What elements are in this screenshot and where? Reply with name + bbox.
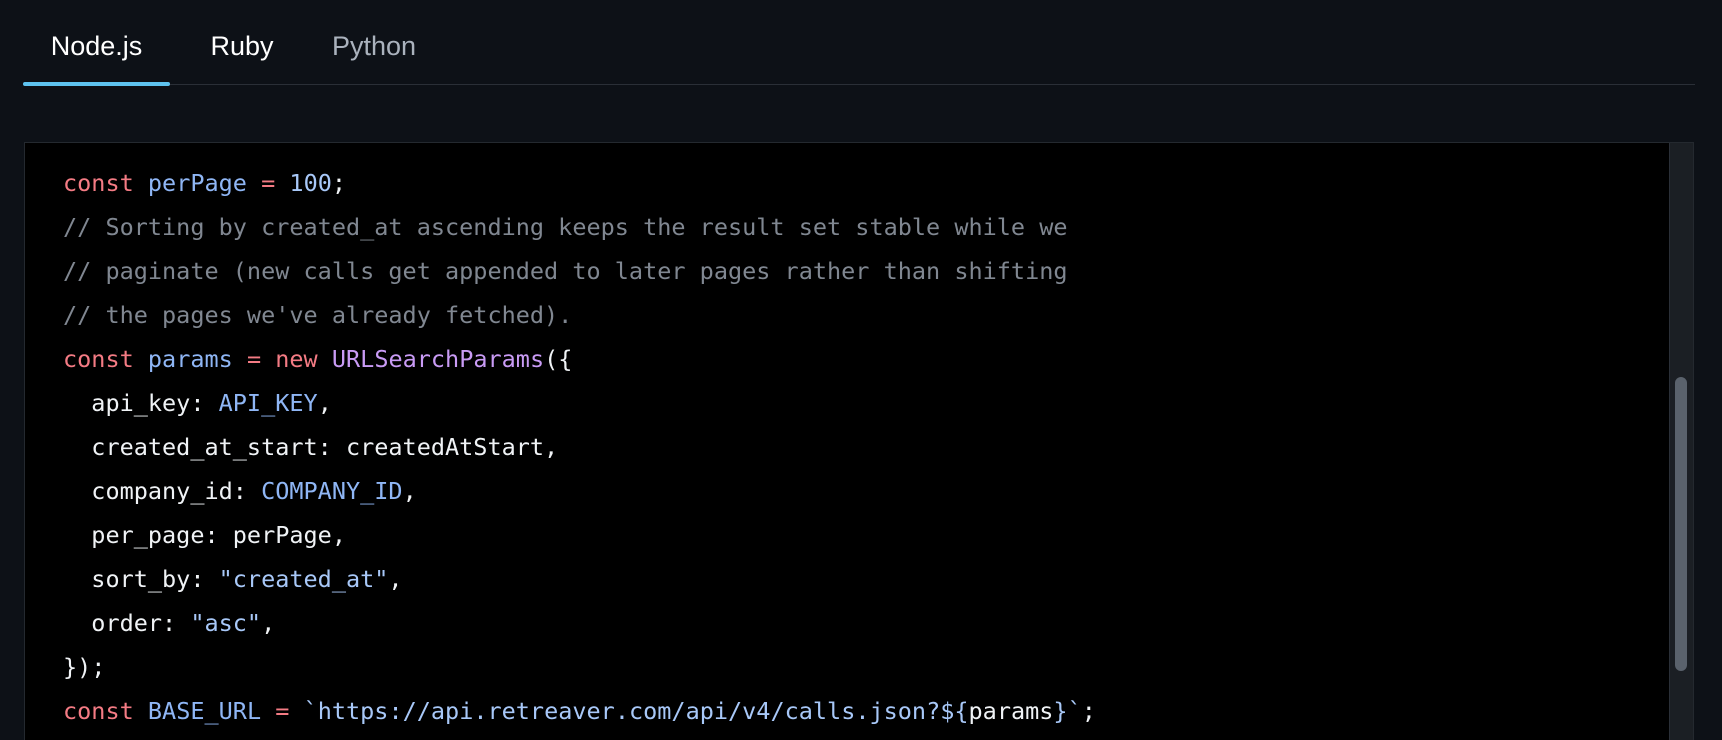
code-block[interactable]: const perPage = 100; // Sorting by create…: [24, 142, 1694, 740]
code-line: sort_by: "created_at",: [63, 557, 1096, 601]
code-token: params: [968, 697, 1054, 725]
tab-nodejs[interactable]: Node.js: [23, 0, 170, 86]
code-token: const: [63, 345, 134, 373]
code-token: "created_at": [218, 565, 389, 593]
code-token: const: [63, 169, 134, 197]
code-line: company_id: COMPANY_ID,: [63, 469, 1096, 513]
code-content[interactable]: const perPage = 100; // Sorting by create…: [63, 161, 1096, 733]
code-token: COMPANY_ID: [261, 477, 403, 505]
code-line: // Sorting by created_at ascending keeps…: [63, 205, 1096, 249]
code-token: params: [147, 345, 233, 373]
code-line: // paginate (new calls get appended to l…: [63, 249, 1096, 293]
code-token: per_page: perPage,: [63, 521, 346, 549]
code-token: created_at_start: createdAtStart,: [63, 433, 559, 461]
code-token: const: [63, 697, 134, 725]
code-line: const BASE_URL = `https://api.retreaver.…: [63, 689, 1096, 733]
code-token: BASE_URL: [147, 697, 262, 725]
code-token: new: [275, 345, 318, 373]
code-token: // the pages we've already fetched).: [63, 301, 573, 329]
code-line: const params = new URLSearchParams({: [63, 337, 1096, 381]
code-token: order:: [63, 609, 191, 637]
code-token: ,: [388, 565, 403, 593]
code-line: const perPage = 100;: [63, 161, 1096, 205]
code-token: api_key:: [63, 389, 219, 417]
code-token: ;: [1081, 697, 1096, 725]
tab-python[interactable]: Python: [317, 0, 431, 85]
code-token: ({: [544, 345, 573, 373]
code-line: per_page: perPage,: [63, 513, 1096, 557]
code-token: }`: [1053, 697, 1082, 725]
code-line: order: "asc",: [63, 601, 1096, 645]
code-line: // the pages we've already fetched).: [63, 293, 1096, 337]
code-token: perPage: [147, 169, 247, 197]
code-token: URLSearchParams: [331, 345, 545, 373]
code-token: 100: [289, 169, 332, 197]
code-token: // paginate (new calls get appended to l…: [63, 257, 1068, 285]
code-token: API_KEY: [218, 389, 318, 417]
code-token: ;: [331, 169, 347, 197]
active-tab-indicator: [23, 82, 170, 86]
code-scrollbar[interactable]: [1669, 143, 1693, 740]
code-line: api_key: API_KEY,: [63, 381, 1096, 425]
code-token: // Sorting by created_at ascending keeps…: [63, 213, 1068, 241]
code-token: });: [63, 653, 106, 681]
tab-ruby[interactable]: Ruby: [187, 0, 297, 85]
language-tabs: Node.js Ruby Python: [23, 0, 1695, 86]
code-line: });: [63, 645, 1096, 689]
tab-nodejs-label: Node.js: [50, 31, 143, 61]
tab-ruby-label: Ruby: [210, 31, 274, 61]
code-token: company_id:: [63, 477, 262, 505]
tab-python-label: Python: [331, 31, 417, 61]
code-token: ,: [402, 477, 417, 505]
code-token: =: [246, 345, 262, 373]
scrollbar-thumb[interactable]: [1675, 377, 1687, 671]
code-token: ,: [261, 609, 276, 637]
code-token: sort_by:: [63, 565, 219, 593]
code-token: ,: [317, 389, 332, 417]
code-token: "asc": [190, 609, 262, 637]
code-token: `https://api.retreaver.com/api/v4/calls.…: [303, 697, 969, 725]
code-token: =: [261, 169, 276, 197]
code-token: =: [275, 697, 290, 725]
code-line: created_at_start: createdAtStart,: [63, 425, 1096, 469]
